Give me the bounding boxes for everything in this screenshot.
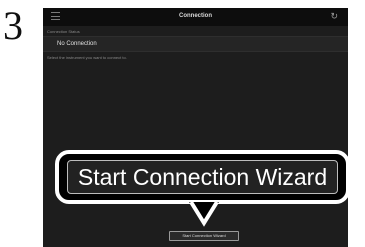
callout-pointer	[189, 202, 219, 227]
callout-magnifier: Start Connection Wizard	[55, 150, 350, 204]
start-connection-wizard-button[interactable]: Start Connection Wizard	[169, 231, 239, 241]
connection-status-row: No Connection	[43, 36, 348, 52]
refresh-icon[interactable]: ↻	[330, 11, 338, 21]
instruction-text: Select the instrument you want to connec…	[47, 55, 127, 60]
top-bar: Connection ↻	[43, 8, 348, 26]
page-title: Connection	[179, 13, 212, 19]
connection-status-label: Connection Status	[47, 29, 80, 34]
callout-zoomed-button: Start Connection Wizard	[67, 160, 338, 194]
connection-status-value: No Connection	[57, 41, 97, 47]
step-number: 3	[3, 3, 23, 48]
callout-button-label: Start Connection Wizard	[77, 164, 328, 190]
